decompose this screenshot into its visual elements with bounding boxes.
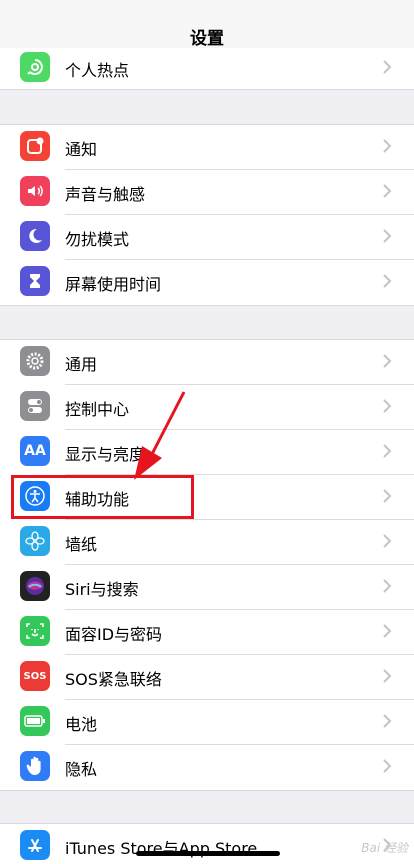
wallpaper-icon	[20, 526, 50, 556]
appstore-icon	[20, 830, 50, 860]
settings-row-label: 屏幕使用时间	[65, 275, 162, 294]
chevron-right-icon	[383, 579, 392, 593]
settings-row-label: 电池	[65, 715, 98, 734]
moon-icon	[20, 221, 50, 251]
settings-row-do-not-disturb[interactable]: 勿扰模式	[0, 215, 414, 260]
settings-row-notifications[interactable]: 通知	[0, 125, 414, 170]
home-indicator	[136, 851, 280, 856]
settings-group-general: 通用 控制中心 AA 显示与亮度 辅助功能 墙纸 Siri与搜索 面容ID与密码…	[0, 339, 414, 791]
chevron-right-icon	[383, 759, 392, 773]
settings-row-control-center[interactable]: 控制中心	[0, 385, 414, 430]
chevron-right-icon	[383, 534, 392, 548]
settings-row-label: 勿扰模式	[65, 230, 130, 249]
settings-row-label: 墙纸	[65, 535, 98, 554]
chevron-right-icon	[383, 184, 392, 198]
chevron-right-icon	[383, 489, 392, 503]
settings-row-label: 隐私	[65, 760, 98, 779]
chevron-right-icon	[383, 60, 392, 74]
settings-group-stores: iTunes Store与App Store	[0, 823, 414, 864]
hourglass-icon	[20, 266, 50, 296]
settings-row-display[interactable]: AA 显示与亮度	[0, 430, 414, 475]
settings-row-sounds[interactable]: 声音与触感	[0, 170, 414, 215]
chevron-right-icon	[383, 444, 392, 458]
settings-row-face-id[interactable]: 面容ID与密码	[0, 610, 414, 655]
chevron-right-icon	[383, 669, 392, 683]
settings-row-label: 面容ID与密码	[65, 625, 163, 644]
settings-row-label: Siri与搜索	[65, 580, 139, 599]
hand-icon	[20, 751, 50, 781]
settings-row-label: SOS紧急联络	[65, 670, 162, 689]
chevron-right-icon	[383, 624, 392, 638]
faceid-icon	[20, 616, 50, 646]
settings-row-label: 通知	[65, 140, 98, 159]
chevron-right-icon	[383, 139, 392, 153]
settings-row-label: 声音与触感	[65, 185, 146, 204]
watermark: Bai 经验	[361, 841, 408, 855]
settings-row-app-store[interactable]: iTunes Store与App Store	[0, 824, 414, 864]
settings-row-privacy[interactable]: 隐私	[0, 745, 414, 790]
settings-row-label: 个人热点	[65, 61, 130, 80]
annotation-arrow-icon	[134, 391, 186, 480]
notifications-icon	[20, 131, 50, 161]
settings-row-general[interactable]: 通用	[0, 340, 414, 385]
gear-icon	[20, 346, 50, 376]
chevron-right-icon	[383, 399, 392, 413]
settings-row-screen-time[interactable]: 屏幕使用时间	[0, 260, 414, 305]
settings-row-personal-hotspot[interactable]: 个人热点	[0, 46, 414, 91]
settings-row-sos[interactable]: SOS SOS紧急联络	[0, 655, 414, 700]
chevron-right-icon	[383, 354, 392, 368]
sos-icon: SOS	[20, 661, 50, 691]
display-icon: AA	[20, 436, 50, 466]
siri-icon	[20, 571, 50, 601]
toggles-icon	[20, 391, 50, 421]
settings-row-wallpaper[interactable]: 墙纸	[0, 520, 414, 565]
chevron-right-icon	[383, 274, 392, 288]
chevron-right-icon	[383, 229, 392, 243]
chevron-right-icon	[383, 714, 392, 728]
battery-icon	[20, 706, 50, 736]
settings-row-label: 通用	[65, 355, 98, 374]
settings-group-connectivity: 个人热点	[0, 48, 414, 90]
hotspot-icon	[20, 52, 50, 82]
sound-icon	[20, 176, 50, 206]
settings-group-notifications: 通知 声音与触感 勿扰模式 屏幕使用时间	[0, 124, 414, 306]
settings-row-battery[interactable]: 电池	[0, 700, 414, 745]
settings-row-siri[interactable]: Siri与搜索	[0, 565, 414, 610]
